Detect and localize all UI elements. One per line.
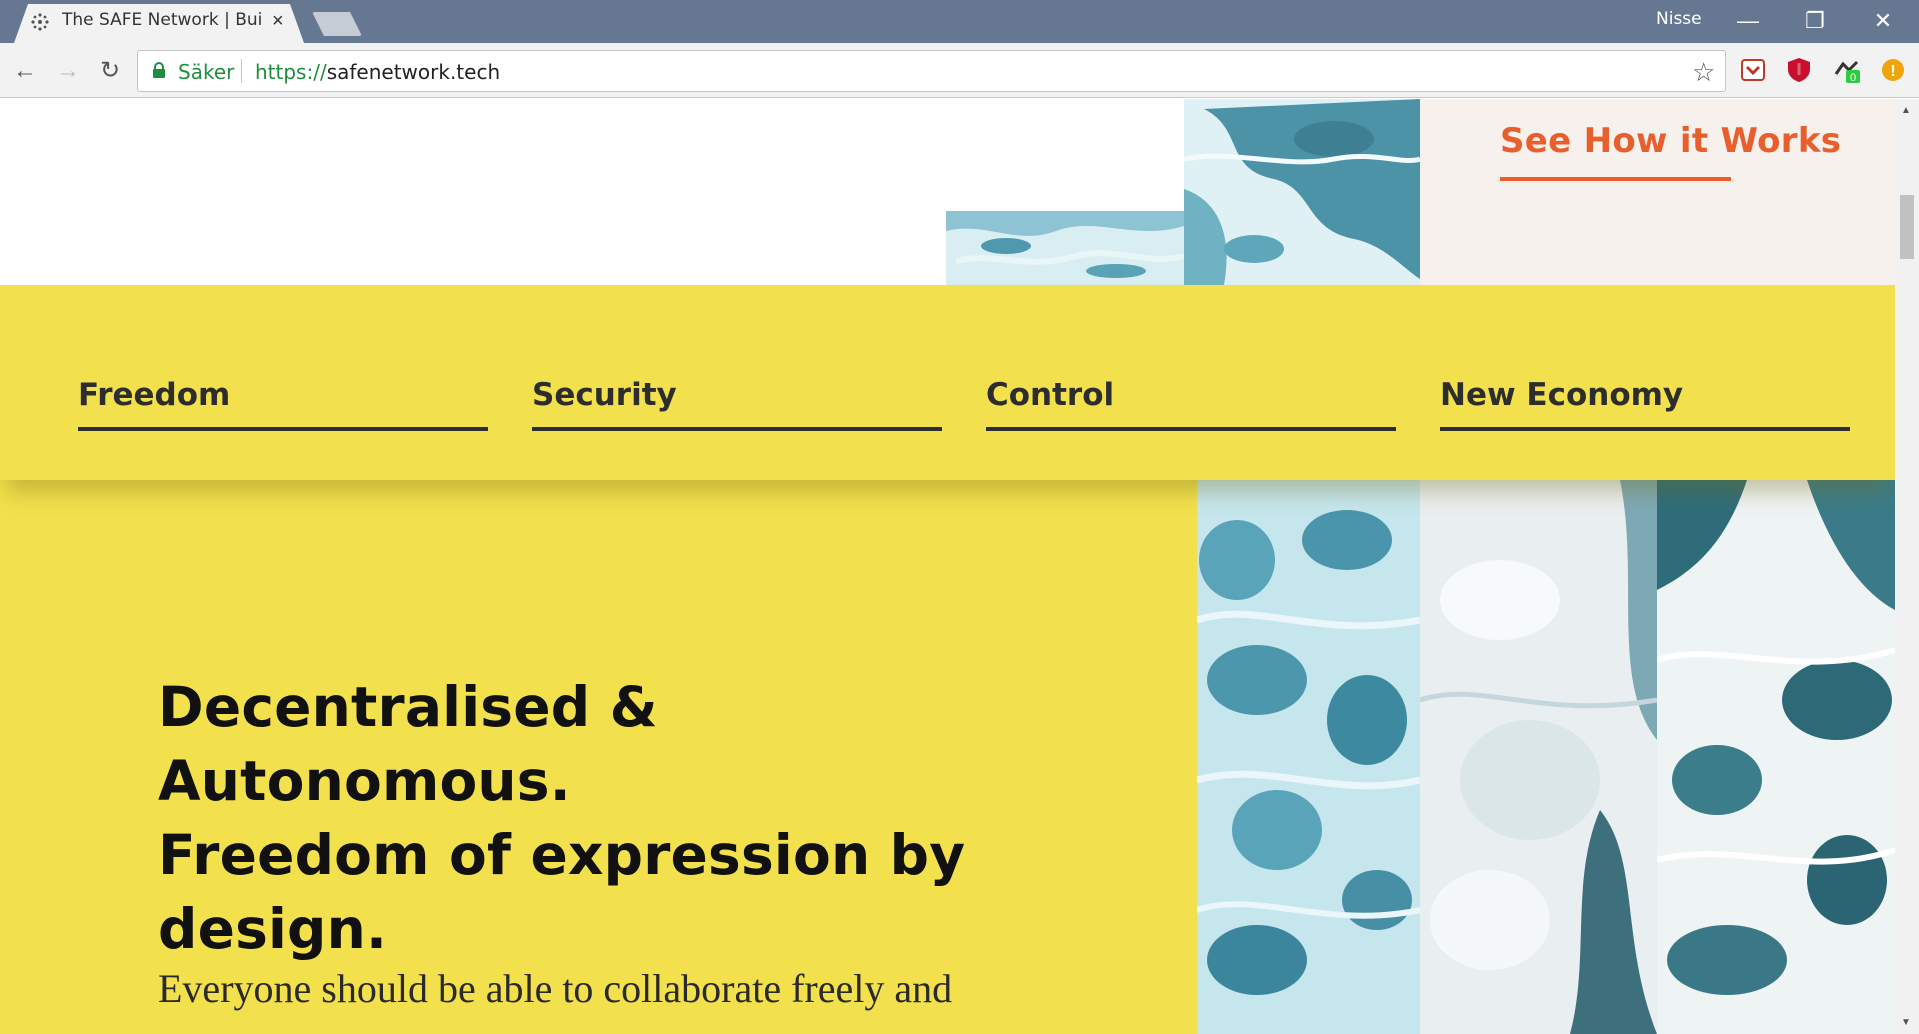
ocean-image-strip [1197, 480, 1420, 1034]
cta-panel: See How it Works [1420, 99, 1895, 285]
hero-section: Decentralised & Autonomous. Freedom of e… [0, 480, 1197, 1034]
pocket-icon[interactable] [1739, 56, 1767, 84]
new-tab-button[interactable] [312, 12, 362, 36]
minimize-icon[interactable]: — [1733, 6, 1763, 36]
see-how-it-works-link[interactable]: See How it Works [1500, 121, 1841, 161]
hero-title-line: Freedom of expression by [158, 823, 966, 887]
tab-new-economy[interactable]: New Economy [1440, 375, 1850, 431]
omnibox-divider [241, 59, 242, 83]
cta-underline [1500, 177, 1731, 181]
tab-new-economy-label: New Economy [1440, 377, 1684, 413]
reload-icon[interactable]: ↻ [95, 56, 125, 86]
hero-title: Decentralised & Autonomous. Freedom of e… [158, 670, 1078, 966]
url-scheme: https:// [255, 60, 327, 84]
tab-freedom[interactable]: Freedom [78, 375, 488, 431]
page-scrollbar[interactable]: ▲ ▼ [1895, 99, 1919, 1034]
address-bar[interactable]: Säker https://safenetwork.tech ☆ [137, 50, 1726, 92]
tampermonkey-icon[interactable]: 0 [1833, 56, 1861, 84]
browser-toolbar: ← → ↻ Säker https://safenetwork.tech ☆ 0… [0, 43, 1919, 98]
ocean-image-strip [1657, 480, 1895, 1034]
url-host: safenetwork.tech [326, 60, 501, 84]
ocean-image-strip [1420, 480, 1657, 1034]
feature-tabs-bar: Freedom Security Control New Economy [0, 285, 1895, 480]
lock-icon [153, 62, 165, 78]
tab-security-label: Security [532, 377, 677, 413]
ocean-image-strip [946, 211, 1184, 285]
restore-icon[interactable]: ❐ [1800, 6, 1830, 36]
hero-body-text: Everyone should be able to collaborate f… [158, 966, 953, 1011]
profile-name[interactable]: Nisse [1656, 9, 1702, 29]
page-viewport: See How it Works Freedom Security Contro… [0, 99, 1895, 1034]
hero-title-line: Decentralised & Autonomous. [158, 675, 658, 813]
tab-title: The SAFE Network | Build [62, 10, 262, 30]
back-icon[interactable]: ← [10, 56, 40, 86]
extension-badge: 0 [1850, 72, 1856, 84]
tab-freedom-label: Freedom [78, 377, 231, 413]
tab-control-label: Control [986, 377, 1115, 413]
alert-mark: ! [1890, 63, 1895, 80]
close-window-icon[interactable]: ✕ [1868, 6, 1898, 36]
ocean-image-strip [1184, 99, 1420, 285]
url-text[interactable]: https://safenetwork.tech [255, 60, 500, 84]
scroll-thumb[interactable] [1900, 195, 1914, 259]
secure-label: Säker [178, 60, 235, 84]
scroll-down-arrow-icon[interactable]: ▼ [1901, 1017, 1911, 1028]
hero-title-line: design. [158, 897, 388, 961]
browser-titlebar: The SAFE Network | Build × Nisse — ❐ ✕ [0, 0, 1919, 43]
tab-security[interactable]: Security [532, 375, 942, 431]
tab-control[interactable]: Control [986, 375, 1396, 431]
scroll-up-arrow-icon[interactable]: ▲ [1901, 105, 1911, 116]
forward-icon[interactable]: → [53, 56, 83, 86]
ublock-shield-icon[interactable] [1785, 56, 1813, 84]
tab-close-icon[interactable]: × [272, 9, 284, 33]
alert-extension-icon[interactable]: ! [1879, 56, 1907, 84]
safe-network-favicon [31, 13, 49, 31]
bookmark-star-icon[interactable]: ☆ [1692, 57, 1715, 88]
